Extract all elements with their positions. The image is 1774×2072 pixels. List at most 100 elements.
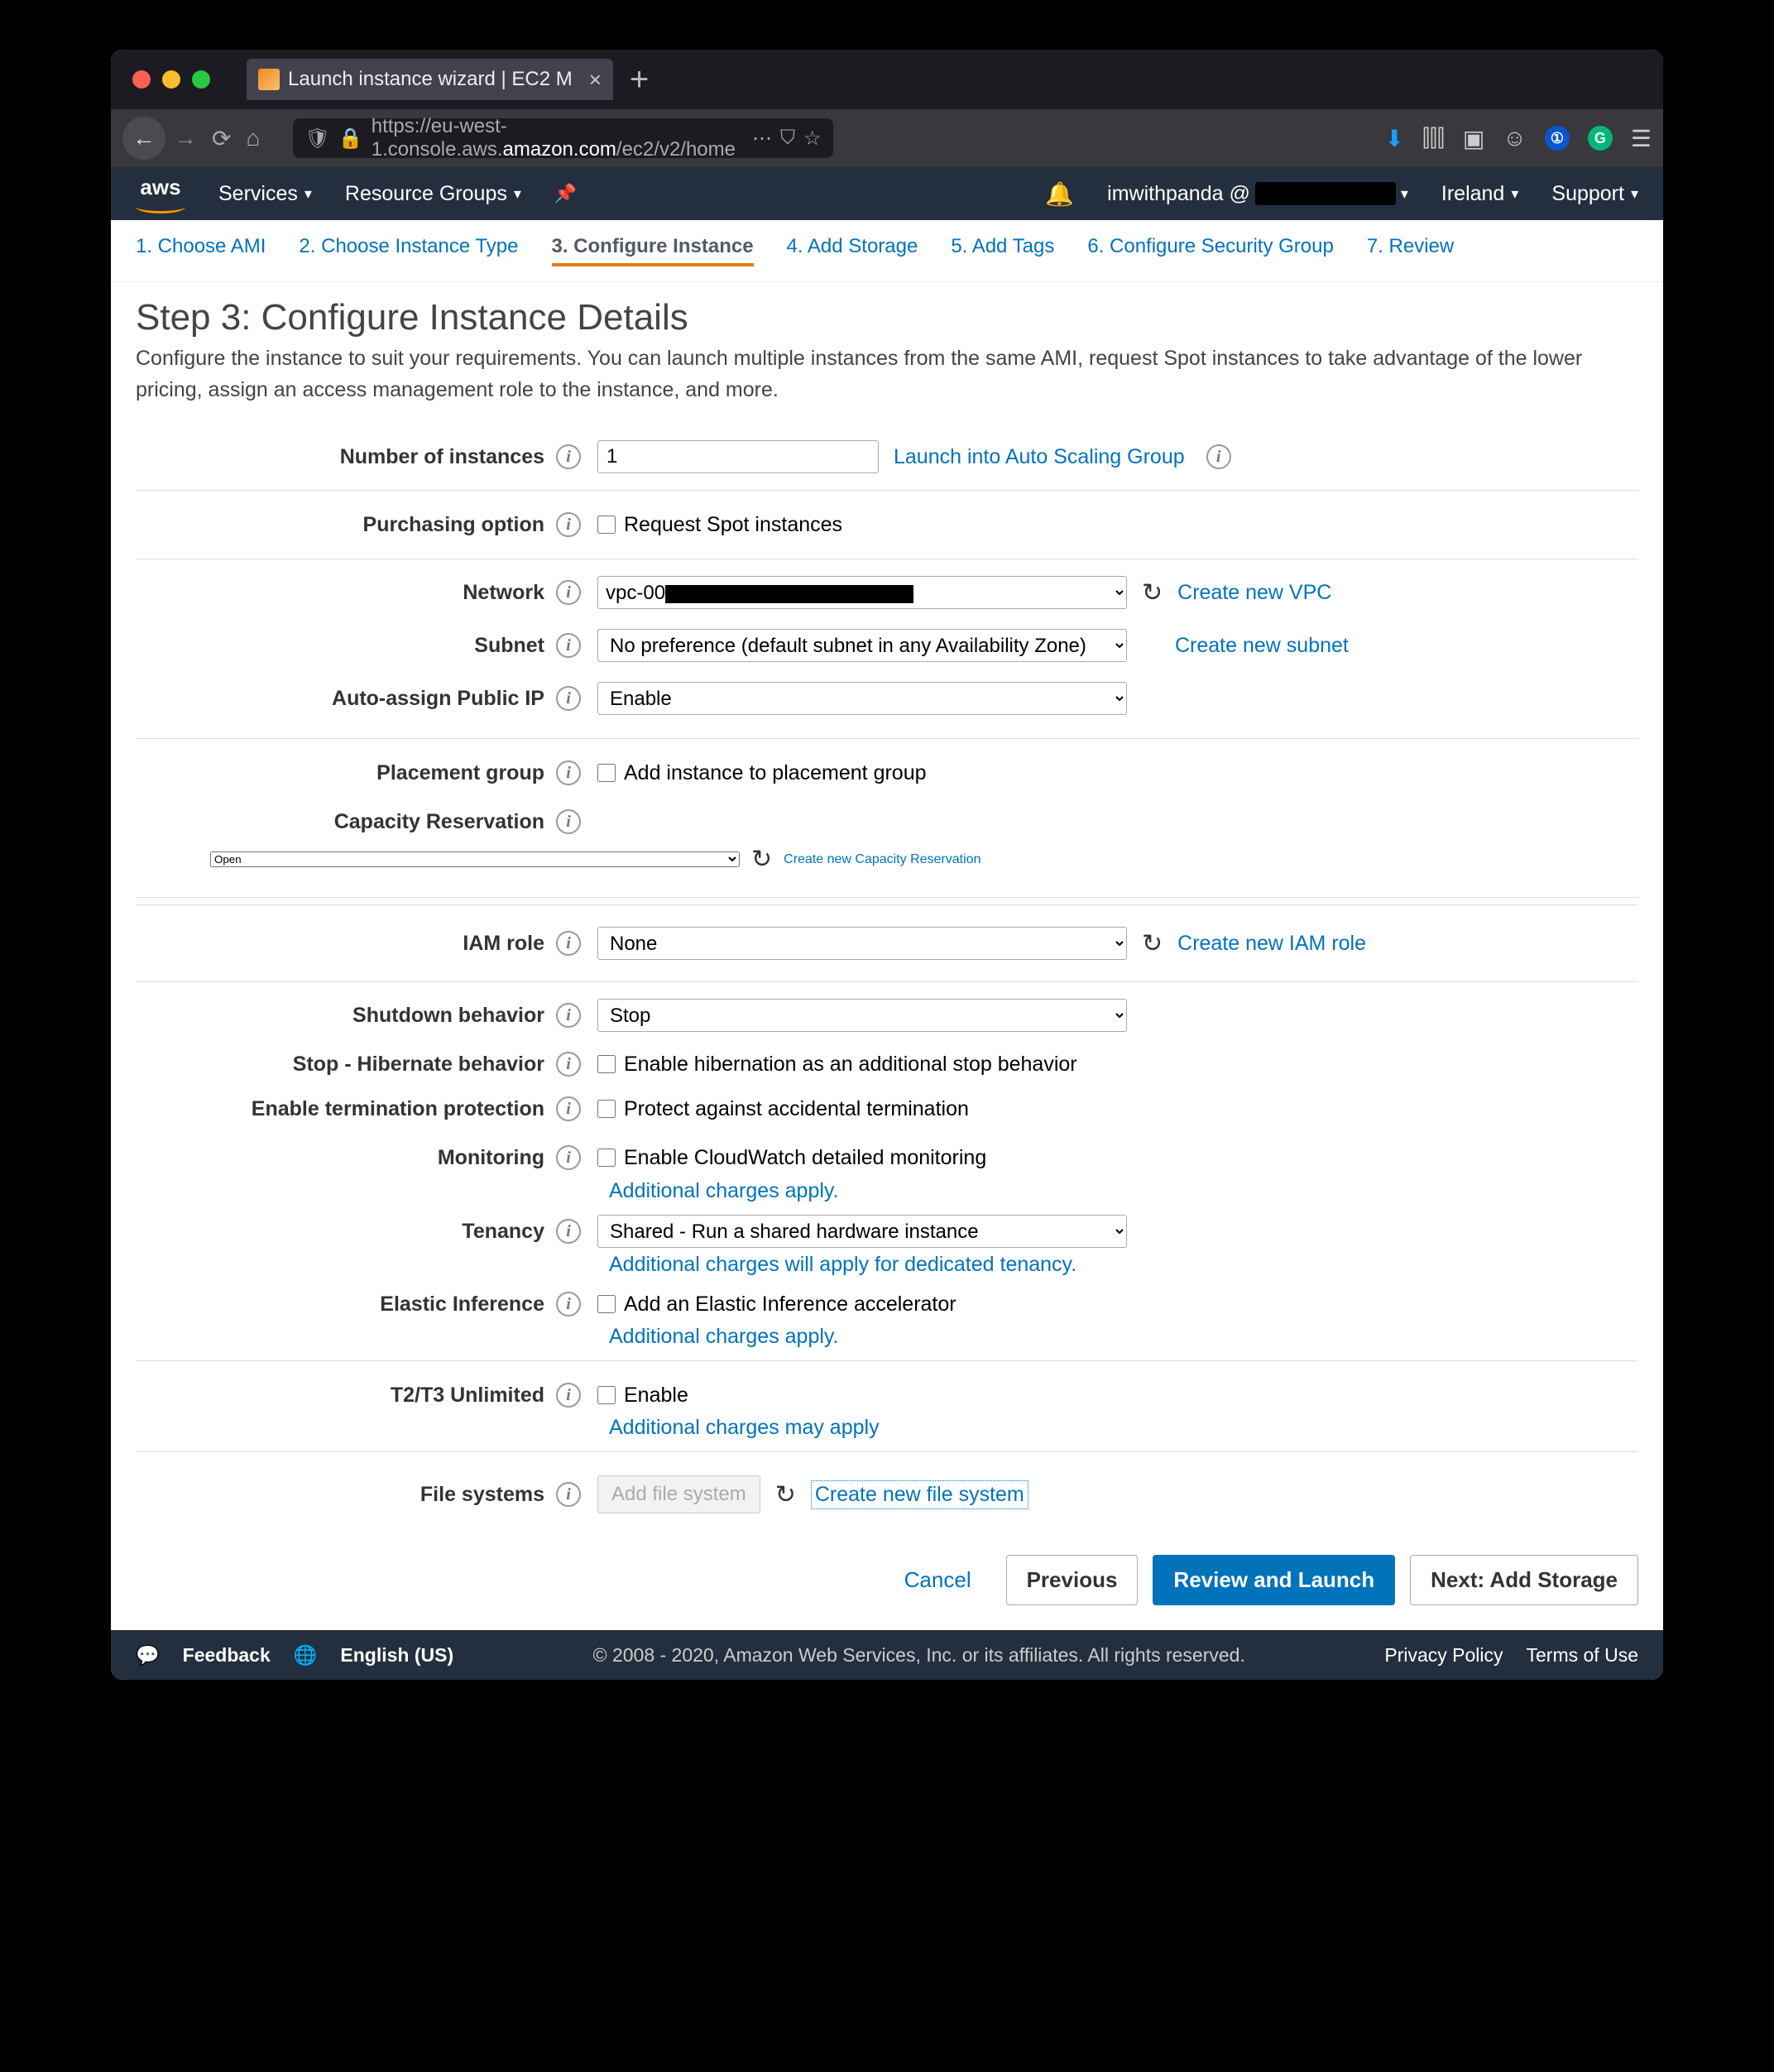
create-subnet-link[interactable]: Create new subnet xyxy=(1175,634,1349,658)
step-2[interactable]: 2. Choose Instance Type xyxy=(299,235,518,266)
aws-logo[interactable]: aws xyxy=(136,175,185,213)
refresh-icon[interactable]: ↻ xyxy=(751,845,772,874)
menu-icon[interactable]: ☰ xyxy=(1631,125,1652,152)
download-icon[interactable]: ⬇ xyxy=(1384,125,1403,152)
create-iam-link[interactable]: Create new IAM role xyxy=(1177,932,1366,956)
close-tab-icon[interactable]: × xyxy=(589,67,602,93)
elastic-checkbox[interactable] xyxy=(597,1295,616,1313)
info-icon[interactable]: i xyxy=(556,1096,581,1121)
create-capacity-link[interactable]: Create new Capacity Reservation xyxy=(784,852,980,867)
back-button[interactable]: ← xyxy=(122,117,165,160)
pocket-icon[interactable]: ⛉ xyxy=(780,127,795,150)
capacity-select[interactable]: Open xyxy=(210,851,740,867)
public-ip-select[interactable]: Enable xyxy=(597,682,1127,715)
add-fs-button: Add file system xyxy=(597,1475,760,1513)
monitoring-checkbox[interactable] xyxy=(597,1149,616,1167)
hibernate-checkbox[interactable] xyxy=(597,1055,616,1073)
reload-button[interactable]: ⟳ xyxy=(212,125,231,152)
privacy-link[interactable]: Privacy Policy xyxy=(1384,1644,1503,1667)
extension-2-icon[interactable]: G xyxy=(1588,126,1613,151)
services-menu[interactable]: Services▾ xyxy=(218,182,312,206)
resource-groups-menu[interactable]: Resource Groups▾ xyxy=(345,182,521,206)
info-icon[interactable]: i xyxy=(556,760,581,785)
bookmark-icon[interactable]: ☆ xyxy=(803,127,822,151)
review-launch-button[interactable]: Review and Launch xyxy=(1153,1555,1395,1605)
browser-tab[interactable]: Launch instance wizard | EC2 M × xyxy=(247,59,613,100)
monitoring-cb-label: Enable CloudWatch detailed monitoring xyxy=(624,1146,986,1170)
t2t3-checkbox[interactable] xyxy=(597,1386,616,1404)
info-icon[interactable]: i xyxy=(556,1219,581,1244)
purchasing-label: Purchasing option xyxy=(136,513,549,537)
maximize-window-icon[interactable] xyxy=(192,70,210,89)
create-fs-link[interactable]: Create new file system xyxy=(811,1480,1028,1509)
termination-checkbox[interactable] xyxy=(597,1100,616,1118)
step-6[interactable]: 6. Configure Security Group xyxy=(1087,235,1333,266)
sidebar-icon[interactable]: ▣ xyxy=(1463,125,1484,152)
step-1[interactable]: 1. Choose AMI xyxy=(136,235,266,266)
info-icon[interactable]: i xyxy=(556,633,581,658)
step-3: 3. Configure Instance xyxy=(552,235,754,266)
feedback-link[interactable]: Feedback xyxy=(183,1644,271,1667)
iam-select[interactable]: None xyxy=(597,927,1127,960)
shutdown-select[interactable]: Stop xyxy=(597,999,1127,1032)
account-icon[interactable]: ☺ xyxy=(1503,125,1527,151)
info-icon[interactable]: i xyxy=(556,1052,581,1077)
elastic-charges-link[interactable]: Additional charges apply. xyxy=(609,1325,839,1348)
info-icon[interactable]: i xyxy=(556,686,581,711)
info-icon[interactable]: i xyxy=(556,512,581,537)
step-4[interactable]: 4. Add Storage xyxy=(787,235,918,266)
minimize-window-icon[interactable] xyxy=(162,70,180,89)
refresh-icon[interactable]: ↻ xyxy=(775,1480,796,1509)
info-icon[interactable]: i xyxy=(556,1003,581,1028)
terms-link[interactable]: Terms of Use xyxy=(1527,1644,1638,1667)
info-icon[interactable]: i xyxy=(556,931,581,956)
aws-header: aws Services▾ Resource Groups▾ 📌 🔔 imwit… xyxy=(111,167,1663,220)
tab-title: Launch instance wizard | EC2 M xyxy=(288,68,573,91)
t2t3-charges-link[interactable]: Additional charges may apply xyxy=(609,1416,880,1439)
account-menu[interactable]: imwithpanda @ ▾ xyxy=(1107,182,1408,206)
library-icon[interactable]: ⫿⫿⫿ xyxy=(1422,125,1445,152)
pin-icon[interactable]: 📌 xyxy=(554,183,577,204)
info-icon[interactable]: i xyxy=(556,1383,581,1408)
step-5[interactable]: 5. Add Tags xyxy=(951,235,1054,266)
subnet-select[interactable]: No preference (default subnet in any Ava… xyxy=(597,629,1127,662)
info-icon[interactable]: i xyxy=(556,1292,581,1317)
more-icon[interactable]: ⋯ xyxy=(752,127,772,151)
notifications-icon[interactable]: 🔔 xyxy=(1045,180,1074,208)
info-icon[interactable]: i xyxy=(556,444,581,469)
tenancy-select[interactable]: Shared - Run a shared hardware instance xyxy=(597,1215,1127,1248)
info-icon[interactable]: i xyxy=(556,1145,581,1170)
placement-cb-label: Add instance to placement group xyxy=(624,761,927,785)
cancel-button[interactable]: Cancel xyxy=(885,1555,991,1605)
fs-label: File systems xyxy=(136,1483,549,1507)
info-icon[interactable]: i xyxy=(556,809,581,834)
tenancy-charges-link[interactable]: Additional charges will apply for dedica… xyxy=(609,1253,1076,1276)
network-select[interactable] xyxy=(597,576,1127,609)
next-button[interactable]: Next: Add Storage xyxy=(1410,1555,1638,1605)
close-window-icon[interactable] xyxy=(132,70,151,89)
support-menu[interactable]: Support▾ xyxy=(1551,182,1638,206)
language-selector[interactable]: English (US) xyxy=(340,1644,453,1667)
create-vpc-link[interactable]: Create new VPC xyxy=(1177,581,1331,605)
info-icon[interactable]: i xyxy=(556,580,581,605)
new-tab-button[interactable]: + xyxy=(630,61,649,98)
step-7[interactable]: 7. Review xyxy=(1367,235,1454,266)
previous-button[interactable]: Previous xyxy=(1006,1555,1139,1605)
address-bar[interactable]: 🛡 🔒 https://eu-west-1.console.aws.amazon… xyxy=(293,118,832,158)
region-menu[interactable]: Ireland▾ xyxy=(1441,182,1519,206)
network-label: Network xyxy=(136,581,549,605)
placement-checkbox[interactable] xyxy=(597,764,616,782)
monitoring-charges-link[interactable]: Additional charges apply. xyxy=(609,1179,839,1202)
info-icon[interactable]: i xyxy=(1206,444,1231,469)
launch-asg-link[interactable]: Launch into Auto Scaling Group xyxy=(894,445,1185,469)
refresh-icon[interactable]: ↻ xyxy=(1142,578,1163,607)
home-button[interactable]: ⌂ xyxy=(246,125,260,151)
refresh-icon[interactable]: ↻ xyxy=(1142,929,1163,958)
forward-button[interactable]: → xyxy=(174,125,197,151)
extension-1-icon[interactable]: ① xyxy=(1545,126,1570,151)
info-icon[interactable]: i xyxy=(556,1482,581,1507)
feedback-icon[interactable]: 💬 xyxy=(136,1644,160,1667)
spot-checkbox[interactable] xyxy=(597,516,616,534)
elastic-label: Elastic Inference xyxy=(136,1293,549,1317)
num-instances-input[interactable] xyxy=(597,440,879,473)
